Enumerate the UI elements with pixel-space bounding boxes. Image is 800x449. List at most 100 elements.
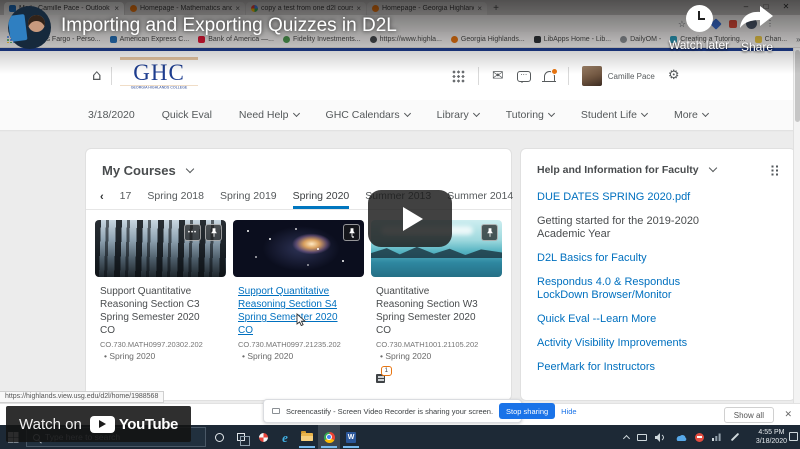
network-icon[interactable] — [712, 433, 722, 441]
nav-student-life[interactable]: Student Life — [581, 109, 648, 121]
course-code: CO.730.MATH1001.21105.202 — [376, 340, 479, 349]
course-title[interactable]: Quantitative Reasoning Section W3 Spring… — [376, 285, 498, 337]
chevron-down-icon — [403, 109, 411, 118]
chat-icon[interactable] — [516, 70, 531, 83]
notification-bell-icon[interactable] — [541, 68, 558, 82]
my-courses-header[interactable]: My Courses — [86, 149, 511, 178]
taskbar-clock[interactable]: 4:55 PM 3/18/2020 — [756, 428, 787, 446]
user-menu[interactable]: Camille Pace — [581, 66, 655, 86]
task-view-icon — [237, 433, 250, 446]
course-title-link[interactable]: Support Quantitative Reasoning Section S… — [238, 285, 360, 337]
bookmark-item[interactable]: Fidelity Investments... — [282, 36, 361, 43]
tab-title: copy a test from one d2l course — [261, 5, 354, 12]
app-waffle-icon[interactable] — [452, 69, 465, 83]
tab-spring-2019[interactable]: Spring 2019 — [220, 190, 277, 209]
pin-icon[interactable] — [481, 224, 498, 241]
play-icon — [402, 206, 423, 231]
tab-close-icon[interactable] — [235, 5, 240, 13]
ghc-logo[interactable]: GHC GEORGIA HIGHLANDS COLLEGE — [120, 57, 198, 96]
chrome-button[interactable] — [318, 425, 340, 449]
bookmark-item[interactable]: DailyOM - — [620, 36, 661, 43]
course-code: CO.730.MATH0997.21235.202 — [238, 340, 341, 349]
cortana-button[interactable] — [208, 425, 230, 449]
help-link-d2l-basics[interactable]: D2L Basics for Faculty — [537, 252, 779, 265]
bookmark-item[interactable]: https://www.highla... — [369, 36, 442, 43]
nav-need-help[interactable]: Need Help — [239, 109, 300, 121]
video-title[interactable]: Importing and Exporting Quizzes in D2L — [61, 15, 397, 37]
new-tab-button[interactable] — [488, 3, 504, 15]
clock-icon — [685, 5, 713, 32]
tab-spring-2020[interactable]: Spring 2020 — [292, 190, 350, 209]
course-title[interactable]: Support Quantitative Reasoning Section C… — [100, 285, 222, 337]
tab-close-icon[interactable] — [477, 5, 482, 13]
tab-spring-2018[interactable]: Spring 2018 — [147, 190, 204, 209]
help-link-due-dates[interactable]: DUE DATES SPRING 2020.pdf — [537, 191, 779, 204]
help-panel-header[interactable]: Help and Information for Faculty — [537, 163, 779, 176]
nav-library[interactable]: Library — [437, 109, 480, 121]
people-app-button[interactable] — [252, 425, 274, 449]
browser-tab-ghc[interactable]: Homepage - Georgia Highlands — [367, 2, 487, 15]
tab-close-icon[interactable] — [114, 5, 119, 13]
scrollbar-thumb[interactable] — [795, 50, 800, 122]
divider — [478, 67, 479, 85]
pin-icon[interactable] — [343, 224, 360, 241]
course-alert-badge[interactable]: 1 — [376, 366, 396, 383]
share-button[interactable]: Share — [732, 5, 782, 54]
pin-icon[interactable] — [205, 224, 222, 241]
help-link-quick-eval[interactable]: Quick Eval --Learn More — [537, 313, 779, 326]
tabs-scroll-left-icon[interactable]: ‹ — [100, 191, 104, 209]
play-button[interactable] — [368, 190, 452, 247]
pen-icon[interactable] — [730, 432, 740, 442]
home-icon[interactable] — [92, 66, 102, 84]
chevron-down-icon — [701, 109, 709, 118]
bookmark-item[interactable]: Bank of America —... — [198, 36, 274, 43]
bookmark-item[interactable]: American Express C... — [109, 36, 189, 43]
edge-button[interactable] — [274, 425, 296, 449]
browser-tab-search[interactable]: copy a test from one d2l course — [246, 2, 366, 15]
divider — [111, 67, 112, 85]
sharing-banner-text: Screencastify - Screen Video Recorder is… — [286, 406, 494, 416]
help-link-respondus[interactable]: Respondus 4.0 & Respondus LockDown Brows… — [537, 276, 779, 302]
nav-quick-eval[interactable]: Quick Eval — [162, 109, 212, 121]
course-options-icon[interactable] — [184, 224, 201, 241]
channel-avatar[interactable] — [8, 6, 51, 49]
nav-ghc-calendars[interactable]: GHC Calendars — [326, 109, 411, 121]
help-link-peermark[interactable]: PeerMark for Instructors — [537, 361, 779, 374]
onedrive-cloud-icon[interactable] — [674, 433, 687, 441]
task-view-button[interactable] — [230, 425, 252, 449]
watch-later-button[interactable]: Watch later — [668, 5, 730, 52]
chevron-down-icon — [547, 109, 555, 118]
stop-sharing-button[interactable]: Stop sharing — [499, 403, 556, 419]
bookmark-item[interactable]: LibApps Home - Lib... — [533, 36, 611, 43]
bookmark-favicon — [369, 36, 377, 43]
tab-close-icon[interactable] — [356, 5, 361, 13]
tab-summer-2014[interactable]: Summer 2014 — [447, 190, 513, 209]
drag-handle-icon[interactable] — [771, 164, 779, 176]
watch-on-youtube-button[interactable]: Watch on YouTube — [6, 406, 191, 442]
tray-expand-icon[interactable] — [622, 434, 631, 442]
word-button[interactable] — [340, 425, 362, 449]
d2l-navbar: 3/18/2020 Quick Eval Need Help GHC Calen… — [0, 100, 800, 131]
help-link-activity-visibility[interactable]: Activity Visibility Improvements — [537, 337, 779, 350]
tray-status-icon[interactable] — [695, 432, 704, 442]
volume-icon[interactable] — [655, 432, 666, 442]
downloads-bar-close-icon[interactable] — [784, 409, 792, 420]
youtube-wordmark: YouTube — [118, 415, 179, 433]
bookmarks-overflow-icon[interactable] — [796, 35, 800, 44]
tray-folder-icon[interactable] — [637, 433, 647, 441]
nav-more[interactable]: More — [674, 109, 709, 121]
mail-icon[interactable] — [492, 69, 504, 83]
gear-icon[interactable] — [668, 69, 680, 83]
course-card[interactable]: Support Quantitative Reasoning Section C… — [95, 220, 226, 383]
tab-2017[interactable]: 17 — [120, 190, 132, 209]
file-explorer-button[interactable] — [296, 425, 318, 449]
course-card[interactable]: Support Quantitative Reasoning Section S… — [233, 220, 364, 383]
hide-banner-link[interactable]: Hide — [561, 407, 576, 416]
action-center-icon[interactable] — [789, 432, 798, 441]
show-all-button[interactable]: Show all — [723, 407, 774, 423]
bookmark-item[interactable]: Georgia Highlands... — [450, 36, 525, 43]
browser-tab-mathematics[interactable]: Homepage - Mathematics and C — [125, 2, 245, 15]
page-scrollbar[interactable] — [793, 48, 800, 403]
nav-tutoring[interactable]: Tutoring — [506, 109, 555, 121]
my-courses-widget: My Courses ‹ 17 Spring 2018 Spring 2019 … — [85, 148, 533, 401]
